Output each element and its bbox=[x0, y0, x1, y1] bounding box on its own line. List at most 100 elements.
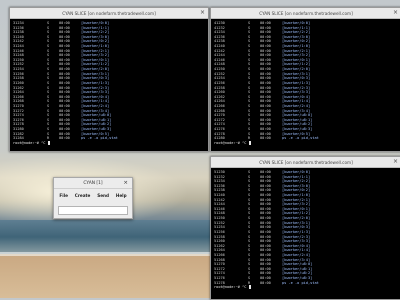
terminal-cell: ps -e -o pid,stat bbox=[81, 136, 118, 141]
terminal-titlebar[interactable]: CYAN SLICE [on nodefarm.thetradewell.com… bbox=[211, 157, 400, 168]
terminal-cell: [kworker/1:0] bbox=[282, 44, 311, 49]
terminal-titlebar[interactable]: CYAN SLICE [on nodefarm.thetradewell.com… bbox=[211, 8, 400, 19]
terminal-output[interactable]: 51230 S 00:00 [kworker/0:0] 51232 S 00:00 [kwor… bbox=[214, 170, 398, 297]
terminal-cell: [kworker/0:2] bbox=[81, 39, 110, 44]
dialog-input-field[interactable] bbox=[58, 206, 128, 215]
terminal-cell: [kworker/0:4] bbox=[282, 94, 311, 99]
terminal-cell: [kworker/2:3] bbox=[282, 234, 311, 239]
terminal-cell: [kworker/u8:1] bbox=[282, 117, 313, 122]
terminal-cell: [kworker/3:2] bbox=[81, 53, 110, 58]
terminal-output[interactable]: 31234 S 00:00 [kworker/0:0] 31236 S 00:00 [kwor… bbox=[13, 21, 205, 149]
terminal-titlebar[interactable]: CYAN SLICE [on nodefarm.thetradewell.com… bbox=[10, 8, 208, 19]
terminal-cell: [kworker/0:3] bbox=[282, 76, 311, 81]
terminal-cell: [kworker/0:0] bbox=[282, 170, 311, 174]
dialog-titlebar[interactable]: CYAN [1] × bbox=[54, 178, 132, 189]
terminal-prompt: root@node:~# ^C bbox=[214, 285, 251, 290]
terminal-cell: [kworker/0:1] bbox=[282, 57, 311, 62]
terminal-cell: ps -e -o pid,stat bbox=[282, 136, 319, 141]
terminal-cell: [kworker/3:1] bbox=[81, 71, 110, 76]
cursor-icon bbox=[47, 141, 50, 145]
terminal-cell: [kworker/u8:0] bbox=[81, 113, 112, 118]
terminal-cell: [kworker/3:1] bbox=[282, 220, 311, 225]
terminal-cell: [kworker/3:0] bbox=[81, 34, 110, 39]
terminal-cell: [kworker/1:0] bbox=[282, 193, 311, 198]
terminal-cell: [kworker/0:2] bbox=[282, 188, 311, 193]
terminal-cell: [kworker/1:2] bbox=[282, 211, 311, 216]
close-icon[interactable]: × bbox=[123, 178, 128, 188]
menu-item-file[interactable]: File bbox=[59, 193, 68, 198]
app-dialog[interactable]: CYAN [1] × File Create Send Help bbox=[53, 177, 133, 219]
terminal-cell: [kworker/1:4] bbox=[282, 99, 311, 104]
terminal-cell: [kworker/0:5] bbox=[282, 131, 311, 136]
terminal-cell: [kworker/0:1] bbox=[282, 206, 311, 211]
terminal-cell: [kworker/3:4] bbox=[282, 257, 311, 262]
terminal-cell: [kworker/2:4] bbox=[81, 103, 110, 108]
terminal-cell: [kworker/1:2] bbox=[81, 62, 110, 67]
close-icon[interactable]: × bbox=[200, 8, 205, 18]
terminal-cell: [kworker/0:2] bbox=[282, 39, 311, 44]
terminal-cell: [kworker/0:1] bbox=[81, 57, 110, 62]
terminal-cell: [kworker/1:4] bbox=[81, 99, 110, 104]
terminal-title: CYAN SLICE [on nodefarm.thetradewell.com… bbox=[259, 159, 353, 165]
terminal-cell: [kworker/0:3] bbox=[282, 225, 311, 230]
terminal-cell: 00:00 bbox=[59, 136, 70, 141]
terminal-cell: [kworker/u8:0] bbox=[282, 262, 313, 267]
terminal-cell: 00:00 bbox=[260, 136, 271, 141]
terminal-cell: [kworker/3:0] bbox=[282, 183, 311, 188]
terminal-cell: [kworker/u8:3] bbox=[282, 127, 313, 132]
dialog-title: CYAN [1] bbox=[83, 180, 103, 186]
terminal-window-3[interactable]: CYAN SLICE [on nodefarm.thetradewell.com… bbox=[210, 156, 400, 300]
terminal-cell: [kworker/1:0] bbox=[81, 44, 110, 49]
terminal-cell: [kworker/u8:0] bbox=[282, 113, 313, 118]
terminal-cell: [kworker/u8:1] bbox=[81, 117, 112, 122]
terminal-cell: [kworker/2:0] bbox=[282, 67, 311, 72]
terminal-cell: [kworker/2:2] bbox=[282, 179, 311, 184]
terminal-cell: [kworker/1:3] bbox=[81, 80, 110, 85]
terminal-cell: [kworker/2:0] bbox=[81, 67, 110, 72]
terminal-cell: [kworker/2:1] bbox=[282, 197, 311, 202]
close-icon[interactable]: × bbox=[393, 8, 398, 18]
terminal-cell: [kworker/0:4] bbox=[282, 243, 311, 248]
terminal-cell: [kworker/2:2] bbox=[282, 30, 311, 35]
terminal-cell: [kworker/1:3] bbox=[282, 229, 311, 234]
terminal-cell: [kworker/0:3] bbox=[81, 76, 110, 81]
terminal-cell: [kworker/2:4] bbox=[282, 103, 311, 108]
terminal-output[interactable]: 41230 S 00:00 [kworker/0:0] 41232 S 00:00 [kwor… bbox=[214, 21, 398, 149]
terminal-cell: [kworker/u8:2] bbox=[282, 122, 313, 127]
terminal-window-2[interactable]: CYAN SLICE [on nodefarm.thetradewell.com… bbox=[210, 7, 400, 152]
menu-item-send[interactable]: Send bbox=[97, 193, 109, 198]
terminal-cell: 00:00 bbox=[260, 280, 271, 285]
terminal-title: CYAN SLICE [on nodefarm.thetradewell.com… bbox=[62, 10, 156, 16]
terminal-cell: [kworker/2:4] bbox=[282, 252, 311, 257]
terminal-cell: [kworker/0:0] bbox=[282, 21, 311, 25]
terminal-window-1[interactable]: CYAN SLICE [on nodefarm.thetradewell.com… bbox=[9, 7, 209, 152]
terminal-cell: [kworker/u8:2] bbox=[282, 271, 313, 276]
menu-item-help[interactable]: Help bbox=[116, 193, 127, 198]
terminal-cell: [kworker/3:3] bbox=[282, 90, 311, 95]
terminal-cell: [kworker/3:3] bbox=[81, 90, 110, 95]
terminal-cell: [kworker/2:0] bbox=[282, 216, 311, 221]
terminal-cell: [kworker/2:3] bbox=[81, 85, 110, 90]
terminal-prompt: root@node:~# ^C bbox=[13, 140, 50, 145]
wallpaper-sand bbox=[0, 256, 210, 298]
terminal-cell: [kworker/1:1] bbox=[282, 174, 311, 179]
terminal-cell: [kworker/u8:3] bbox=[282, 276, 313, 281]
terminal-cell: [kworker/2:2] bbox=[81, 30, 110, 35]
terminal-cell: [kworker/1:4] bbox=[282, 248, 311, 253]
terminal-cell: [kworker/1:1] bbox=[282, 25, 311, 30]
terminal-cell: [kworker/3:4] bbox=[282, 108, 311, 113]
terminal-cell: [kworker/0:4] bbox=[81, 94, 110, 99]
terminal-cell: [kworker/u8:2] bbox=[81, 122, 112, 127]
terminal-cell: [kworker/3:4] bbox=[81, 108, 110, 113]
terminal-cell: [kworker/3:2] bbox=[282, 202, 311, 207]
dialog-menu: File Create Send Help bbox=[54, 189, 132, 198]
terminal-cell: [kworker/1:3] bbox=[282, 80, 311, 85]
terminal-cell: [kworker/3:3] bbox=[282, 239, 311, 244]
menu-item-create[interactable]: Create bbox=[75, 193, 91, 198]
close-icon[interactable]: × bbox=[393, 157, 398, 167]
terminal-cell: [kworker/2:3] bbox=[282, 85, 311, 90]
terminal-cell: [kworker/1:2] bbox=[282, 62, 311, 67]
cursor-icon bbox=[248, 285, 251, 290]
terminal-cell: [kworker/2:1] bbox=[282, 48, 311, 53]
terminal-cell: [kworker/2:1] bbox=[81, 48, 110, 53]
